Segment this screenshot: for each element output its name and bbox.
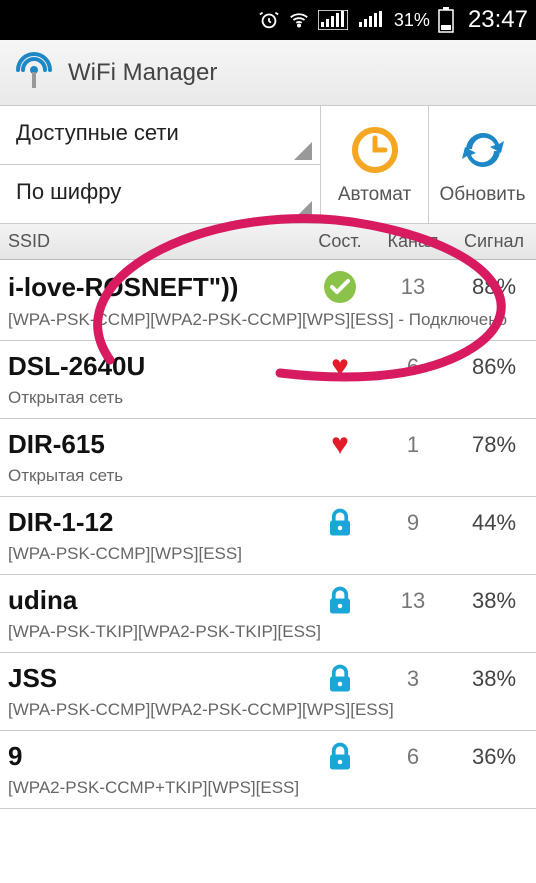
auto-clock-icon	[350, 125, 400, 180]
network-status	[306, 742, 374, 772]
col-ssid: SSID	[0, 231, 306, 252]
dropdown-triangle-icon	[294, 142, 312, 160]
refresh-button[interactable]: Обновить	[428, 106, 536, 223]
auto-button[interactable]: Автомат	[320, 106, 428, 223]
signal-sim2-icon	[356, 10, 386, 30]
heart-icon: ♥	[331, 430, 349, 460]
network-row[interactable]: udina 1338% [WPA-PSK-TKIP][WPA2-PSK-TKIP][…	[0, 575, 536, 653]
network-status	[306, 664, 374, 694]
network-status	[306, 508, 374, 538]
status-bar: 31% 23:47	[0, 0, 536, 40]
network-ssid: 9	[8, 741, 306, 772]
network-channel: 3	[374, 666, 452, 692]
network-channel: 6	[374, 744, 452, 770]
app-title: WiFi Manager	[68, 59, 217, 87]
network-security: [WPA-PSK-TKIP][WPA2-PSK-TKIP][ESS]	[8, 622, 536, 642]
network-signal: 38%	[452, 666, 536, 692]
network-status	[306, 270, 374, 304]
network-ssid: JSS	[8, 663, 306, 694]
auto-label: Автомат	[338, 184, 411, 206]
network-signal: 88%	[452, 274, 536, 300]
app-header: WiFi Manager	[0, 40, 536, 106]
network-ssid: i-love-ROSNEFT"))	[8, 272, 306, 303]
network-security: [WPA-PSK-CCMP][WPA2-PSK-CCMP][WPS][ESS] …	[8, 310, 536, 330]
lock-icon	[325, 508, 355, 538]
dropdown-filter[interactable]: По шифру	[0, 165, 320, 223]
connected-check-icon	[323, 270, 357, 304]
toolbar: Доступные сети По шифру Автомат Обновить	[0, 106, 536, 224]
network-channel: 1	[374, 432, 452, 458]
network-ssid: DIR-615	[8, 429, 306, 460]
network-security: Открытая сеть	[8, 466, 536, 486]
network-signal: 86%	[452, 354, 536, 380]
network-ssid: udina	[8, 585, 306, 616]
network-security: Открытая сеть	[8, 388, 536, 408]
network-row[interactable]: JSS 338% [WPA-PSK-CCMP][WPA2-PSK-CCMP][WPS…	[0, 653, 536, 731]
battery-percent: 31%	[394, 10, 430, 31]
col-channel: Канал	[374, 231, 452, 252]
dropdown-networks[interactable]: Доступные сети	[0, 106, 320, 165]
dropdown-filter-label: По шифру	[16, 179, 121, 204]
col-state: Сост.	[306, 231, 374, 252]
dropdown-triangle-icon	[294, 201, 312, 219]
lock-icon	[325, 742, 355, 772]
network-channel: 13	[374, 274, 452, 300]
network-status	[306, 586, 374, 616]
network-row[interactable]: DSL-2640U ♥ 686% Открытая сеть	[0, 341, 536, 419]
network-row[interactable]: i-love-ROSNEFT")) 1388% [WPA-PSK-CCMP][WPA…	[0, 260, 536, 341]
network-security: [WPA-PSK-CCMP][WPS][ESS]	[8, 544, 536, 564]
lock-icon	[325, 664, 355, 694]
alarm-icon	[258, 9, 280, 31]
lock-icon	[325, 586, 355, 616]
network-signal: 38%	[452, 588, 536, 614]
network-signal: 44%	[452, 510, 536, 536]
battery-icon	[438, 7, 454, 33]
network-row[interactable]: DIR-615 ♥ 178% Открытая сеть	[0, 419, 536, 497]
clock-text: 23:47	[468, 6, 528, 34]
network-ssid: DSL-2640U	[8, 351, 306, 382]
signal-sim1-icon	[318, 10, 348, 30]
refresh-label: Обновить	[439, 184, 525, 206]
network-security: [WPA-PSK-CCMP][WPA2-PSK-CCMP][WPS][ESS]	[8, 700, 536, 720]
network-signal: 36%	[452, 744, 536, 770]
network-row[interactable]: 9 636% [WPA2-PSK-CCMP+TKIP][WPS][ESS]	[0, 731, 536, 809]
network-row[interactable]: DIR-1-12 944% [WPA-PSK-CCMP][WPS][ESS]	[0, 497, 536, 575]
network-security: [WPA2-PSK-CCMP+TKIP][WPS][ESS]	[8, 778, 536, 798]
network-signal: 78%	[452, 432, 536, 458]
network-channel: 13	[374, 588, 452, 614]
network-channel: 9	[374, 510, 452, 536]
network-ssid: DIR-1-12	[8, 507, 306, 538]
heart-icon: ♥	[331, 352, 349, 382]
network-channel: 6	[374, 354, 452, 380]
refresh-icon	[458, 125, 508, 180]
network-list[interactable]: i-love-ROSNEFT"))1388%[WPA-PSK-CCMP][WPA…	[0, 260, 536, 809]
table-header: SSID Сост. Канал Сигнал	[0, 224, 536, 260]
app-icon	[12, 48, 56, 97]
wifi-icon	[288, 9, 310, 31]
col-signal: Сигнал	[452, 231, 536, 252]
dropdown-networks-label: Доступные сети	[16, 120, 179, 145]
network-status: ♥	[306, 430, 374, 460]
network-status: ♥	[306, 352, 374, 382]
